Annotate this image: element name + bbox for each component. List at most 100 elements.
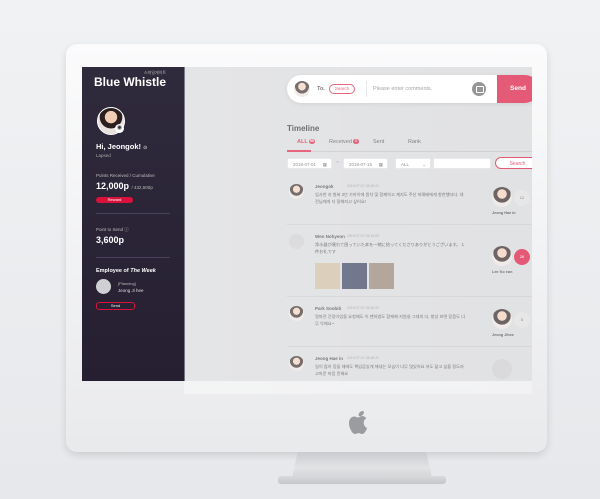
- date-from-value: 2019-07-01: [293, 162, 317, 167]
- to-label: To.: [317, 86, 325, 92]
- employee-of-week-emphasis: The Week: [130, 268, 156, 274]
- compose-bar: To. Search Send: [287, 75, 532, 103]
- recipient-search-button[interactable]: Search: [329, 84, 355, 94]
- tab-label: Received: [329, 139, 352, 145]
- recipient: [492, 359, 532, 379]
- post-author: Jeong Hae in: [315, 356, 344, 361]
- camera-icon[interactable]: ◉: [115, 124, 124, 133]
- tab-count-badge: 5: [352, 139, 359, 144]
- post-date: 2019.07.07 16:12:03: [347, 234, 380, 238]
- monitor-stand: [292, 452, 432, 478]
- points-value-text: 12,000p: [96, 181, 130, 191]
- divider: [96, 257, 170, 258]
- type-select-value: ALL: [401, 162, 410, 167]
- send-button[interactable]: Send: [497, 75, 532, 103]
- monitor-stand-base: [278, 476, 446, 484]
- date-to-value: 2019-07-15: [349, 162, 373, 167]
- post-author: Jeongok: [315, 184, 334, 189]
- employee-avatar[interactable]: [96, 279, 111, 294]
- app-logo[interactable]: Blue Whistle: [94, 75, 166, 89]
- avatar[interactable]: [289, 306, 304, 321]
- app-screen: Blue Whistle 스마일게이트 ◉ Hi, Jeongok! ⊙ Lap…: [82, 67, 532, 381]
- search-button[interactable]: Search: [495, 157, 532, 169]
- recipient: 5 Jeong Jihee: [492, 309, 532, 337]
- user-role: Lapsed: [96, 153, 111, 158]
- photo-thumbnail[interactable]: [369, 263, 394, 289]
- date-from-field[interactable]: 2019-07-01 ▦: [287, 158, 332, 169]
- recipient-name: Lee Ko eun: [492, 270, 513, 274]
- tab-label: Sent: [373, 139, 385, 145]
- date-range-separator: ~: [336, 160, 339, 166]
- send-points-value: 3,600p: [96, 235, 125, 245]
- logo-text: Blue Whistle: [94, 75, 167, 89]
- timeline-post: Jeongok 2019.07.07 18:45:21 업사한 지 벌써 3년 …: [287, 184, 532, 225]
- employee-of-week-prefix: Employee of: [96, 268, 131, 274]
- reward-button[interactable]: Reward: [96, 197, 133, 203]
- recipient: 12 Jeong Hae in: [492, 187, 532, 215]
- type-select[interactable]: ALL ⌄: [395, 158, 431, 169]
- recipient-name: Jeong Jihee: [492, 333, 514, 337]
- post-body: 净水器が壊れて困っていた本を一緒に拾ってくださりありがとうございます。 1件お礼…: [315, 242, 464, 254]
- divider: [96, 213, 170, 214]
- employee-name: Jeong Ji hee: [118, 288, 144, 293]
- main-panel: To. Search Send Timeline ALL99 Received5…: [185, 67, 532, 381]
- avatar[interactable]: [289, 184, 304, 199]
- tab-sent[interactable]: Sent: [373, 139, 384, 145]
- divider: [366, 81, 367, 97]
- calendar-icon: ▦: [322, 162, 327, 167]
- recipient-avatar[interactable]: [492, 309, 512, 329]
- reaction-count[interactable]: 12: [514, 190, 530, 206]
- tab-received[interactable]: Received 5: [329, 139, 359, 145]
- employee-of-week-title: Employee of The Week: [96, 268, 156, 274]
- keyword-input[interactable]: [433, 158, 491, 169]
- chevron-down-icon: ⌄: [422, 162, 426, 167]
- photo-thumbnail[interactable]: [315, 263, 340, 289]
- recipient-avatar[interactable]: [492, 359, 512, 379]
- tab-label: Rank: [408, 139, 421, 145]
- points-cumulative: / 432,500p: [131, 185, 153, 190]
- settings-icon[interactable]: ⊙: [143, 145, 147, 151]
- timeline-post: Park Soobiti 2019.07.07 15:46:21 얼마전 간장이…: [287, 306, 532, 347]
- tab-all[interactable]: ALL 99: [297, 139, 315, 145]
- greeting: Hi, Jeongok! ⊙: [96, 142, 147, 151]
- greeting-text: Hi, Jeongok!: [96, 142, 142, 151]
- post-date: 2019.07.07 15:46:21: [347, 306, 380, 310]
- comment-input[interactable]: [373, 84, 467, 94]
- reaction-count[interactable]: 26: [514, 249, 530, 265]
- avatar[interactable]: [289, 356, 304, 371]
- date-to-field[interactable]: 2019-07-15 ▦: [343, 158, 388, 169]
- post-body: 일이 많아 힘들 때에도 책임감있게 해내는 모습이 너무 멋있어요 저도 닮고…: [315, 364, 464, 376]
- apple-logo-icon: [349, 411, 368, 434]
- post-photos: [315, 263, 395, 289]
- recipient: 26 Lee Ko eun: [492, 246, 532, 274]
- tab-rank[interactable]: Rank: [408, 139, 421, 145]
- recipient-avatar[interactable]: [492, 187, 512, 207]
- image-icon: [476, 86, 484, 93]
- logo-subtitle: 스마일게이트: [144, 70, 167, 75]
- recipient-avatar[interactable]: [492, 246, 512, 266]
- avatar[interactable]: [289, 234, 304, 249]
- timeline-tabs: ALL 99 Received 5 Sent Rank: [287, 139, 532, 152]
- points-received-value: 12,000p / 432,500p: [96, 181, 153, 191]
- calendar-icon: ▦: [378, 162, 383, 167]
- post-body: 업사한 지 벌써 3년 가까이에 원치 및 함께하고 계지도 주신 미례배에게 …: [315, 192, 464, 204]
- tab-label: ALL: [297, 139, 308, 145]
- post-date: 2019.07.07 18:45:21: [347, 184, 380, 188]
- employee-send-button[interactable]: Send: [96, 302, 135, 310]
- timeline-post: Jeong Hae in 2019.07.07 18:45:21 일이 많아 힘…: [287, 356, 532, 381]
- points-received-label: Points Received / Cumulative: [96, 173, 155, 178]
- send-points-label: Point to Send ⓘ: [96, 227, 129, 233]
- post-author: Wen Nohyeon: [315, 234, 345, 239]
- info-icon[interactable]: ⓘ: [124, 227, 129, 232]
- reaction-count[interactable]: 5: [514, 312, 530, 328]
- send-points-label-text: Point to Send: [96, 227, 124, 232]
- avatar: [294, 81, 310, 97]
- attach-image-button[interactable]: [472, 82, 486, 96]
- tab-count-badge: 99: [308, 139, 315, 144]
- photo-thumbnail[interactable]: [342, 263, 367, 289]
- post-author: Park Soobiti: [315, 306, 342, 311]
- post-date: 2019.07.07 18:45:21: [347, 356, 380, 360]
- timeline-title: Timeline: [287, 124, 320, 133]
- timeline-post: Wen Nohyeon 2019.07.07 16:12:03 净水器が壊れて困…: [287, 234, 532, 297]
- post-body: 얼마전 간장이었을 요청해도 이 팬하였도 함께해 지원실 그대의 다. 항상 …: [315, 314, 465, 326]
